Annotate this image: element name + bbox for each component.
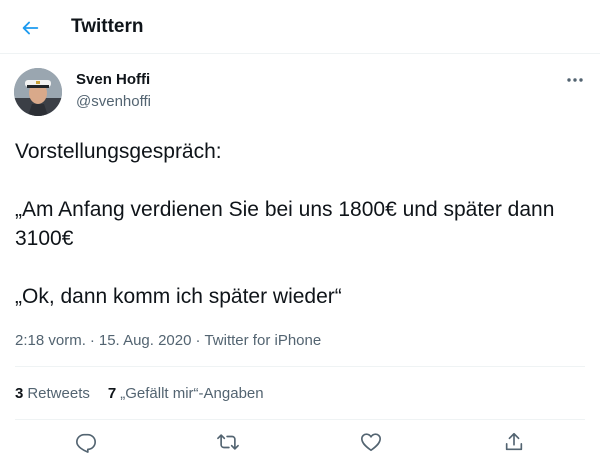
- retweets-count: 3: [15, 385, 24, 402]
- reply-icon: [76, 433, 96, 453]
- header-bar: Twittern: [0, 0, 600, 54]
- retweet-icon: [217, 434, 239, 450]
- retweets-label: Retweets: [27, 385, 90, 402]
- more-icon: [567, 78, 583, 82]
- meta-separator: ·: [195, 332, 201, 349]
- avatar[interactable]: [14, 68, 62, 116]
- tweet-line: „Am Anfang verdienen Sie bei uns 1800€ u…: [15, 198, 555, 250]
- back-button[interactable]: [14, 12, 46, 44]
- author-name[interactable]: Sven Hoffi: [76, 71, 150, 88]
- reply-button[interactable]: [72, 428, 100, 456]
- retweet-button[interactable]: [214, 428, 242, 456]
- tweet-stats: 3 Retweets 7 „Gefällt mir“-Angaben: [15, 385, 264, 402]
- tweet-time[interactable]: 2:18 vorm.: [15, 332, 86, 349]
- like-button[interactable]: [357, 428, 385, 456]
- arrow-left-icon: [22, 21, 39, 35]
- likes-count: 7: [107, 385, 117, 402]
- like-icon: [361, 433, 381, 452]
- likes-label: „Gefällt mir“-Angaben: [120, 385, 264, 402]
- share-button[interactable]: [500, 428, 528, 456]
- tweet-line: „Ok, dann komm ich später wieder“: [15, 285, 342, 308]
- action-bar: [0, 428, 600, 456]
- tweet-date[interactable]: 15. Aug. 2020: [99, 332, 192, 349]
- tweet-source[interactable]: Twitter for iPhone: [204, 332, 321, 349]
- tweet-text: Vorstellungsgespräch: „Am Anfang verdien…: [15, 137, 585, 311]
- page-title: Twittern: [71, 16, 144, 37]
- tweet-line: Vorstellungsgespräch:: [15, 140, 222, 163]
- meta-separator: ·: [89, 332, 95, 349]
- more-options-button[interactable]: [560, 70, 590, 90]
- divider: [15, 419, 585, 420]
- share-icon: [505, 432, 523, 451]
- author-handle[interactable]: @svenhoffi: [76, 93, 151, 110]
- likes-stat[interactable]: 7 „Gefällt mir“-Angaben: [108, 385, 264, 402]
- tweet-meta: 2:18 vorm. · 15. Aug. 2020 · Twitter for iPh…: [15, 332, 321, 349]
- retweets-stat[interactable]: 3 Retweets: [15, 385, 90, 402]
- avatar-image: [14, 68, 62, 116]
- divider: [15, 366, 585, 367]
